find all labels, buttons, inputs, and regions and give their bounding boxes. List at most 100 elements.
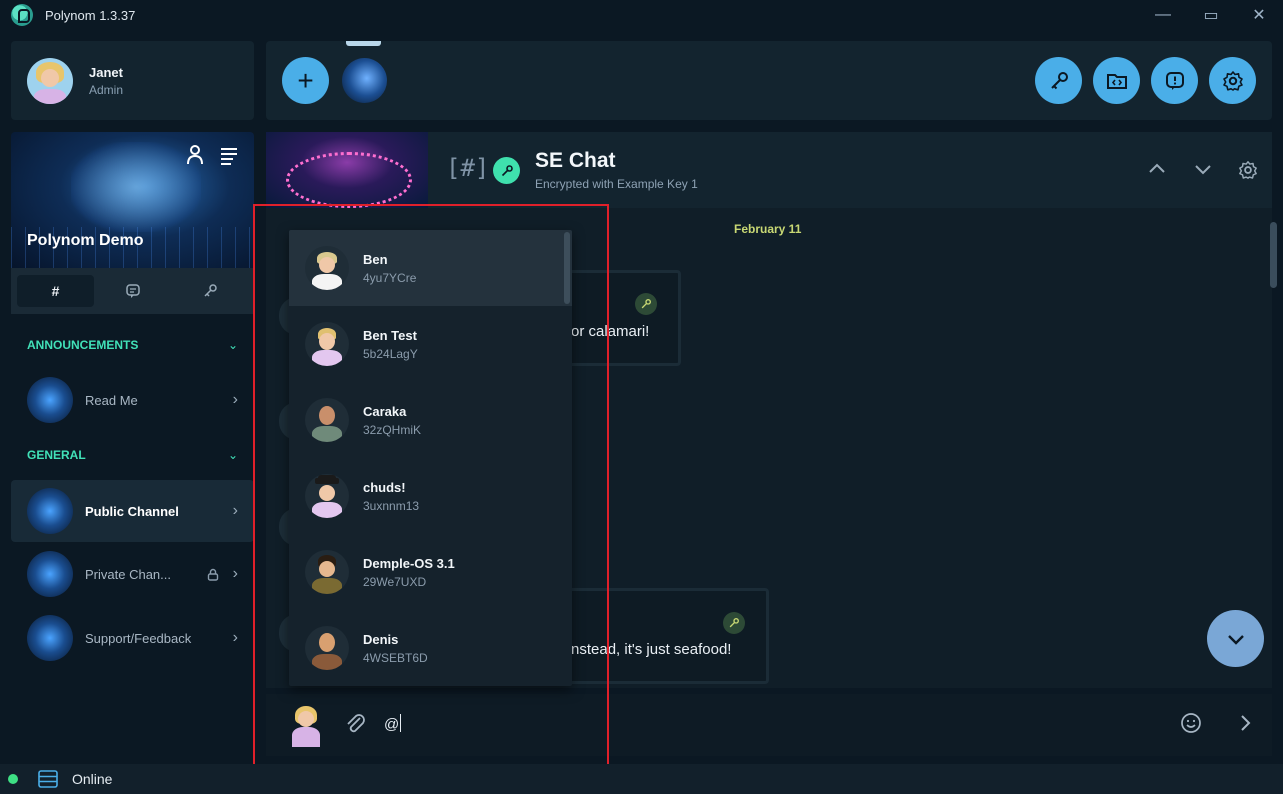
members-icon[interactable] — [185, 144, 205, 166]
section-label: ANNOUNCEMENTS — [27, 338, 139, 352]
files-button[interactable] — [1093, 57, 1140, 104]
folder-code-icon — [1106, 73, 1127, 89]
section-label: GENERAL — [27, 448, 86, 462]
channel-subtitle: Encrypted with Example Key 1 — [535, 177, 698, 191]
mention-scrollbar[interactable] — [564, 232, 570, 304]
mention-item[interactable]: Denis 4WSEBT6D — [289, 610, 572, 686]
server-icon[interactable] — [342, 58, 387, 103]
channel-banner-image — [266, 132, 428, 208]
channel-public-channel[interactable]: Public Channel › — [11, 480, 254, 542]
channel-settings-icon[interactable] — [1238, 160, 1258, 180]
user-name: Janet — [89, 64, 123, 80]
mention-suggestions: Ben 4yu7YCre Ben Test 5b24LagY Caraka 32… — [289, 230, 572, 686]
active-server-indicator — [346, 41, 381, 46]
keys-button[interactable] — [1035, 57, 1082, 104]
message-key-icon — [635, 293, 657, 315]
minimize-button[interactable]: — — [1139, 0, 1187, 30]
title-bar: Polynom 1.3.37 — ▭ ✕ — [0, 0, 1283, 30]
channel-label: Read Me — [85, 392, 138, 408]
hash-icon: # — [51, 283, 60, 299]
close-button[interactable]: ✕ — [1235, 0, 1283, 30]
mention-item[interactable]: Caraka 32zQHmiK — [289, 382, 572, 458]
user-role: Admin — [89, 82, 124, 97]
mention-name: chuds! — [363, 479, 406, 495]
channel-title: SE Chat — [535, 149, 616, 172]
tab-channels[interactable]: # — [17, 275, 94, 307]
channel-support-feedback[interactable]: Support/Feedback › — [11, 608, 254, 668]
channel-avatar — [27, 488, 73, 534]
user-avatar — [305, 474, 349, 518]
online-status-dot — [8, 774, 18, 784]
channel-private-channel[interactable]: Private Chan... › — [11, 544, 254, 604]
mention-code: 3uxnnm13 — [363, 498, 420, 513]
mention-name: Ben — [363, 251, 388, 267]
message-composer — [266, 694, 1272, 756]
server-name: Polynom Demo — [27, 232, 144, 249]
mention-code: 4WSEBT6D — [363, 650, 428, 665]
channel-label: Public Channel — [85, 503, 179, 519]
channel-avatar — [27, 377, 73, 423]
chevron-right-icon: › — [232, 502, 238, 519]
paperclip-icon[interactable] — [344, 712, 368, 736]
composer-user-avatar[interactable] — [287, 702, 325, 748]
message-text: or calamari! — [571, 323, 650, 340]
settings-icon — [1222, 70, 1243, 91]
menu-lines-icon[interactable] — [219, 144, 239, 166]
tab-keys[interactable] — [171, 275, 248, 307]
text-caret — [400, 714, 402, 732]
chevron-down-icon[interactable] — [1194, 160, 1212, 178]
mention-item[interactable]: Ben 4yu7YCre — [289, 230, 572, 306]
mention-name: Ben Test — [363, 327, 417, 343]
message-text: nstead, it's just seafood! — [571, 641, 732, 658]
user-avatar — [305, 550, 349, 594]
server-banner: Polynom Demo — [11, 132, 254, 268]
message-input[interactable]: @ — [384, 714, 402, 733]
channel-label: Private Chan... — [85, 566, 171, 582]
message-bubble[interactable] — [540, 588, 769, 684]
status-text: Online — [72, 771, 113, 787]
channel-header: [#] SE Chat Encrypted with Example Key 1 — [266, 132, 1272, 208]
settings-button[interactable] — [1209, 57, 1256, 104]
user-avatar — [305, 246, 349, 290]
chevron-right-icon: › — [232, 391, 238, 408]
user-avatar — [305, 398, 349, 442]
mention-code: 29We7UXD — [363, 574, 427, 589]
info-icon — [1165, 71, 1184, 90]
sidebar-tabs: # — [11, 268, 254, 314]
mention-code: 5b24LagY — [363, 346, 418, 361]
mention-item[interactable]: chuds! 3uxnnm13 — [289, 458, 572, 534]
scroll-to-bottom-button[interactable] — [1207, 610, 1264, 667]
status-bar: Online — [0, 764, 1283, 794]
message-key-icon — [723, 612, 745, 634]
key-icon — [1050, 71, 1068, 89]
mention-name: Demple-OS 3.1 — [363, 555, 455, 571]
chevron-down-icon: ⌄ — [227, 338, 238, 352]
lock-icon — [207, 568, 218, 581]
add-server-button[interactable]: + — [282, 57, 329, 104]
encryption-key-icon — [493, 157, 520, 184]
section-general[interactable]: GENERAL ⌄ — [11, 445, 254, 465]
tab-direct-messages[interactable] — [94, 275, 171, 307]
chat-scrollbar[interactable] — [1270, 222, 1277, 288]
section-announcements[interactable]: ANNOUNCEMENTS ⌄ — [11, 335, 254, 355]
mention-code: 32zQHmiK — [363, 422, 422, 437]
polynom-logo-icon — [11, 4, 33, 26]
chevron-down-icon — [1227, 634, 1244, 645]
mention-item[interactable]: Ben Test 5b24LagY — [289, 306, 572, 382]
chat-bubble-icon — [125, 284, 140, 298]
date-separator: February 11 — [734, 222, 802, 236]
user-avatar — [305, 626, 349, 670]
send-icon[interactable] — [1236, 713, 1256, 733]
chevron-up-icon[interactable] — [1148, 160, 1166, 178]
emoji-icon[interactable] — [1180, 712, 1202, 734]
window-controls: — ▭ ✕ — [1139, 0, 1283, 30]
user-card[interactable]: Janet Admin — [11, 41, 254, 120]
key-icon — [203, 284, 217, 297]
info-button[interactable] — [1151, 57, 1198, 104]
mention-item[interactable]: Demple-OS 3.1 29We7UXD — [289, 534, 572, 610]
chevron-right-icon: › — [232, 629, 238, 646]
server-list-icon[interactable] — [38, 770, 58, 788]
maximize-button[interactable]: ▭ — [1187, 0, 1235, 30]
channel-label: Support/Feedback — [85, 630, 192, 646]
channel-read-me[interactable]: Read Me › — [11, 370, 254, 430]
